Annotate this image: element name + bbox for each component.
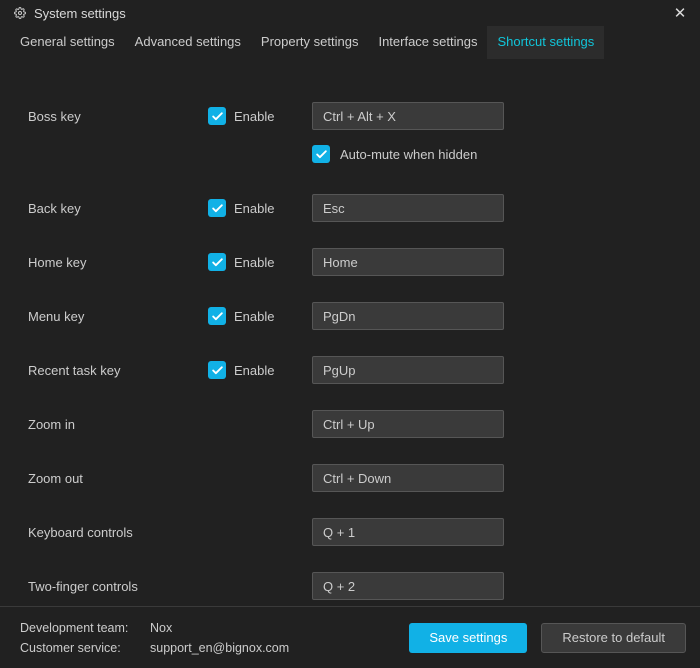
input-menu-key[interactable] — [312, 302, 504, 330]
dev-team-value: Nox — [150, 621, 172, 635]
input-back-key[interactable] — [312, 194, 504, 222]
input-keyboard-controls[interactable] — [312, 518, 504, 546]
enable-menu-key: Enable — [208, 307, 312, 325]
enable-recent-task-key: Enable — [208, 361, 312, 379]
label-two-finger-controls: Two-finger controls — [28, 579, 208, 594]
row-keyboard-controls: Keyboard controls — [0, 505, 700, 559]
customer-service-label: Customer service: — [20, 641, 150, 655]
enable-text: Enable — [234, 363, 274, 378]
label-back-key: Back key — [28, 201, 208, 216]
row-auto-mute: Auto-mute when hidden — [0, 139, 700, 169]
checkbox-back-key[interactable] — [208, 199, 226, 217]
footer-buttons: Save settings Restore to default — [409, 623, 686, 653]
tabs: General settings Advanced settings Prope… — [0, 26, 700, 59]
tab-advanced-settings[interactable]: Advanced settings — [125, 26, 251, 59]
window-title: System settings — [34, 6, 668, 21]
label-zoom-out: Zoom out — [28, 471, 208, 486]
input-home-key[interactable] — [312, 248, 504, 276]
enable-text: Enable — [234, 309, 274, 324]
checkbox-menu-key[interactable] — [208, 307, 226, 325]
input-zoom-in[interactable] — [312, 410, 504, 438]
close-icon[interactable]: ✕ — [668, 1, 692, 25]
label-boss-key: Boss key — [28, 109, 208, 124]
footer-info: Development team: Nox Customer service: … — [20, 621, 409, 655]
input-zoom-out[interactable] — [312, 464, 504, 492]
label-auto-mute: Auto-mute when hidden — [340, 147, 477, 162]
enable-text: Enable — [234, 255, 274, 270]
enable-home-key: Enable — [208, 253, 312, 271]
customer-service-value: support_en@bignox.com — [150, 641, 289, 655]
enable-text: Enable — [234, 109, 274, 124]
row-recent-task-key: Recent task key Enable — [0, 343, 700, 397]
tab-interface-settings[interactable]: Interface settings — [368, 26, 487, 59]
row-two-finger-controls: Two-finger controls — [0, 559, 700, 613]
titlebar: System settings ✕ — [0, 0, 700, 26]
tab-property-settings[interactable]: Property settings — [251, 26, 369, 59]
tab-general-settings[interactable]: General settings — [10, 26, 125, 59]
restore-default-button[interactable]: Restore to default — [541, 623, 686, 653]
label-keyboard-controls: Keyboard controls — [28, 525, 208, 540]
checkbox-boss-key[interactable] — [208, 107, 226, 125]
label-recent-task-key: Recent task key — [28, 363, 208, 378]
checkbox-auto-mute[interactable] — [312, 145, 330, 163]
content-area: Boss key Enable Auto-mute when hidden Ba… — [0, 59, 700, 613]
row-home-key: Home key Enable — [0, 235, 700, 289]
row-zoom-out: Zoom out — [0, 451, 700, 505]
row-menu-key: Menu key Enable — [0, 289, 700, 343]
checkbox-recent-task-key[interactable] — [208, 361, 226, 379]
checkbox-home-key[interactable] — [208, 253, 226, 271]
dev-team-label: Development team: — [20, 621, 150, 635]
row-zoom-in: Zoom in — [0, 397, 700, 451]
input-recent-task-key[interactable] — [312, 356, 504, 384]
label-zoom-in: Zoom in — [28, 417, 208, 432]
enable-back-key: Enable — [208, 199, 312, 217]
tab-shortcut-settings[interactable]: Shortcut settings — [487, 26, 604, 59]
input-two-finger-controls[interactable] — [312, 572, 504, 600]
label-home-key: Home key — [28, 255, 208, 270]
input-boss-key[interactable] — [312, 102, 504, 130]
label-menu-key: Menu key — [28, 309, 208, 324]
enable-text: Enable — [234, 201, 274, 216]
footer: Development team: Nox Customer service: … — [0, 606, 700, 668]
save-settings-button[interactable]: Save settings — [409, 623, 527, 653]
enable-boss-key: Enable — [208, 107, 312, 125]
gear-icon — [14, 7, 26, 19]
row-boss-key: Boss key Enable — [0, 89, 700, 143]
row-back-key: Back key Enable — [0, 181, 700, 235]
